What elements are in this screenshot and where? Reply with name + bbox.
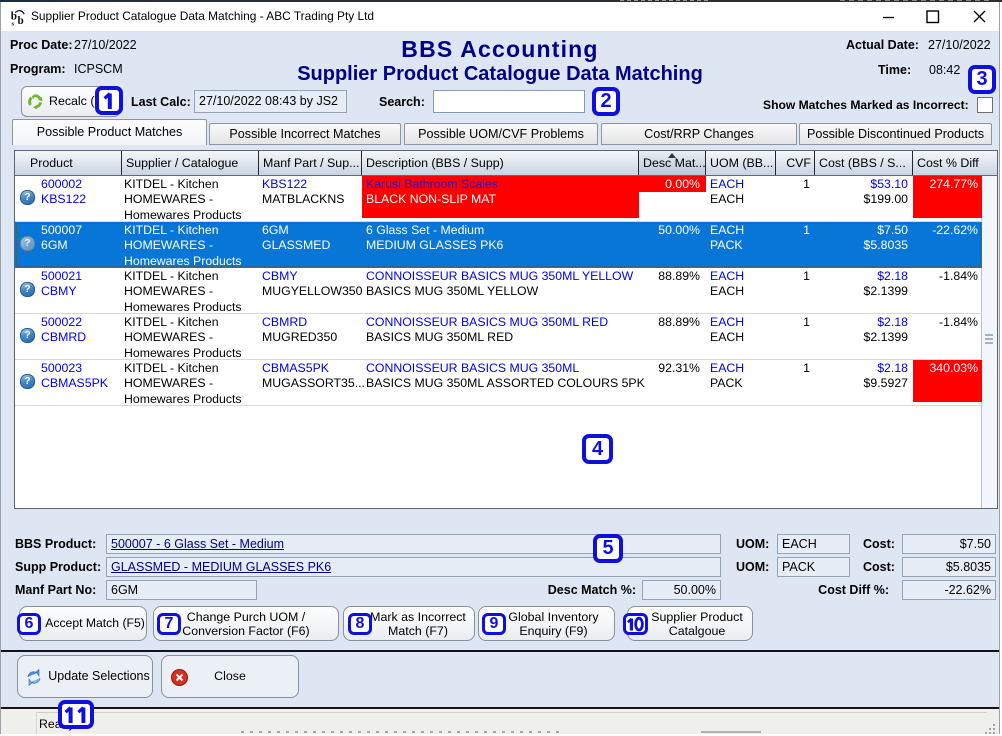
- svg-text:s: s: [12, 20, 15, 26]
- svg-text:b: b: [18, 15, 24, 26]
